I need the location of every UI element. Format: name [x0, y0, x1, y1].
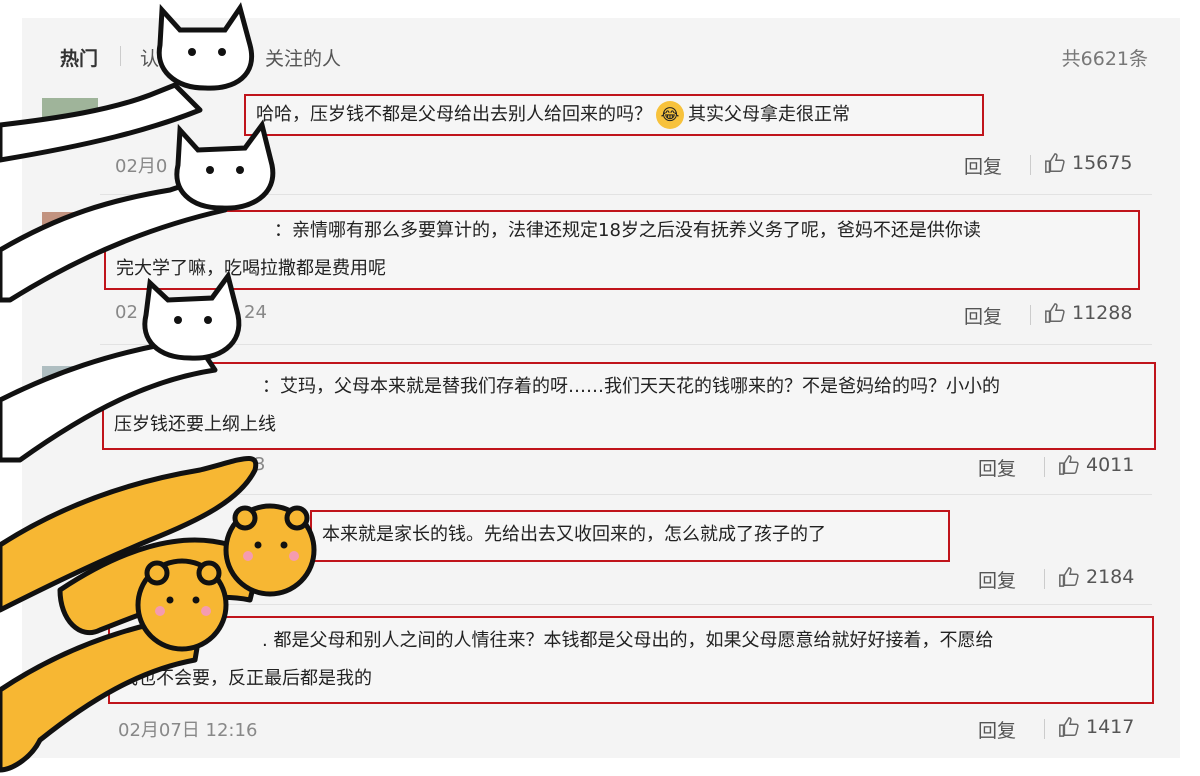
comment-text-box: . 都是父母和别人之间的人情往来？本钱都是父母出的，如果父母愿意给就好好接着，不…: [108, 616, 1154, 704]
divider: [1030, 155, 1031, 175]
comment-text-box: ：亲情哪有那么多要算计的，法律还规定18岁之后没有抚养义务了呢，爸妈不还是供你读…: [104, 210, 1140, 290]
divider: [1044, 719, 1045, 739]
comment-text: 哈哈，压岁钱不都是父母给出去别人给回来的吗？: [256, 104, 652, 125]
like-button[interactable]: 4011: [1058, 454, 1134, 476]
comment-text-tail: 其实父母拿走很正常: [688, 104, 850, 125]
like-count: 15675: [1072, 152, 1133, 174]
divider: [1030, 305, 1031, 325]
reply-button[interactable]: 回复: [978, 566, 1016, 593]
like-button[interactable]: 15675: [1044, 152, 1132, 174]
row-divider: [100, 194, 1152, 195]
reply-button[interactable]: 回复: [978, 454, 1016, 481]
laughing-emoji-icon: 😂: [656, 101, 684, 129]
like-button[interactable]: 11288: [1044, 302, 1132, 324]
comment-count: 共6621条: [1061, 48, 1148, 70]
tab-hot[interactable]: 热门: [60, 44, 98, 71]
comment-text-line1: ：亲情哪有那么多要算计的，法律还规定18岁之后没有抚养义务了呢，爸妈不还是供你读: [274, 220, 981, 241]
tab-divider: [120, 46, 121, 66]
like-count: 2184: [1086, 566, 1135, 588]
comment-time: 02月07日 12:16: [118, 720, 258, 741]
divider: [1044, 569, 1045, 589]
thumbs-up-icon: [1045, 303, 1065, 323]
thumbs-up-icon: [1059, 455, 1079, 475]
reply-button[interactable]: 回复: [964, 302, 1002, 329]
comment-text-line2: 压岁钱还要上纲上线: [114, 414, 276, 435]
comment-text-line1: ：艾玛，父母本来就是替我们存着的呀……我们天天花的钱哪来的？不是爸妈给的吗？小小…: [262, 376, 1000, 397]
thumbs-up-icon: [1045, 153, 1065, 173]
like-button[interactable]: 1417: [1058, 716, 1134, 738]
comment-time: 02月0: [115, 156, 168, 177]
thumbs-up-icon: [1059, 567, 1079, 587]
comment-text-box: 本来就是家长的钱。先给出去又收回来的，怎么就成了孩子的了: [310, 510, 950, 562]
thumbs-up-icon: [1059, 717, 1079, 737]
row-divider: [100, 494, 1152, 495]
like-button[interactable]: 2184: [1058, 566, 1134, 588]
comment-text-box: ：艾玛，父母本来就是替我们存着的呀……我们天天花的钱哪来的？不是爸妈给的吗？小小…: [102, 362, 1156, 450]
comment-text-box: 哈哈，压岁钱不都是父母给出去别人给回来的吗？ 😂 其实父母拿走很正常: [244, 94, 984, 136]
comment-text-line2: 我也不会要，反正最后都是我的: [120, 668, 372, 689]
row-divider: [100, 344, 1152, 345]
like-count: 1417: [1086, 716, 1135, 738]
comment-time: 02: [115, 302, 138, 323]
like-count: 11288: [1072, 302, 1133, 324]
comment-text-line2: 完大学了嘛，吃喝拉撒都是费用呢: [116, 258, 386, 279]
avatar[interactable]: [42, 212, 98, 246]
avatar[interactable]: [42, 98, 98, 132]
like-count: 4011: [1086, 454, 1135, 476]
row-divider: [100, 604, 1152, 605]
reply-button[interactable]: 回复: [964, 152, 1002, 179]
comment-time-tail: 24: [244, 302, 267, 323]
comment-time: 3: [254, 454, 266, 475]
comment-text: 本来就是家长的钱。先给出去又收回来的，怎么就成了孩子的了: [322, 524, 826, 545]
tab-certified[interactable]: 认: [140, 44, 159, 71]
reply-button[interactable]: 回复: [978, 716, 1016, 743]
divider: [1044, 457, 1045, 477]
avatar[interactable]: [42, 366, 98, 400]
comment-text-line1: . 都是父母和别人之间的人情往来？本钱都是父母出的，如果父母愿意给就好好接着，不…: [262, 630, 994, 651]
tab-following[interactable]: 关注的人: [265, 44, 341, 71]
